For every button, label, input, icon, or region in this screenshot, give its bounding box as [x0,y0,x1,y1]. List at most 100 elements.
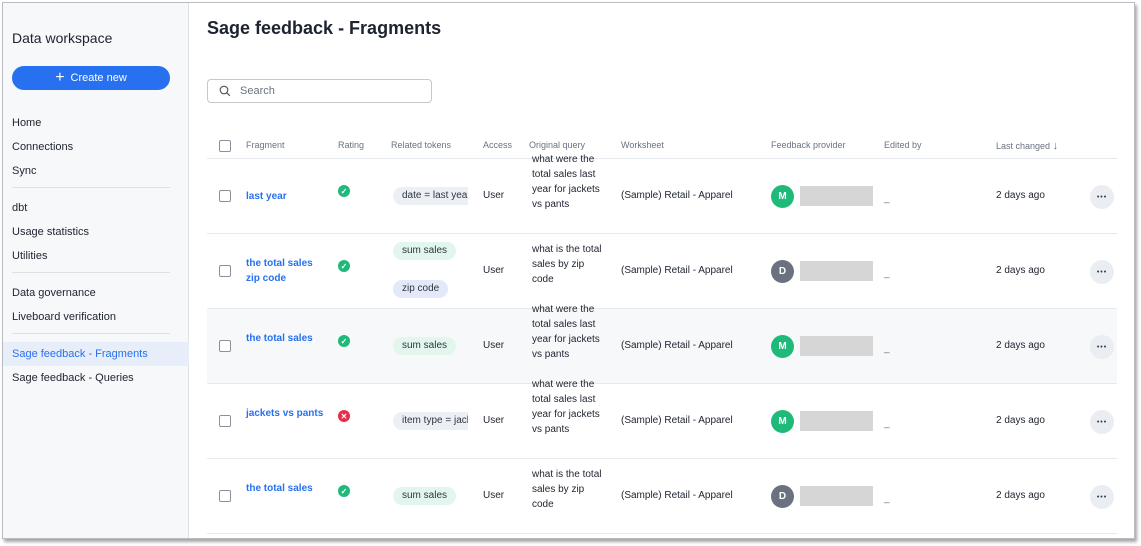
table-row[interactable]: last year ✓ date = last year User what were … [207,154,1117,234]
edited-by-value: _ [884,193,890,204]
provider-avatar: M [771,410,794,433]
edited-by-value: _ [884,493,890,504]
search-icon [219,85,231,97]
worksheet-name: (Sample) Retail - Apparel [621,415,733,426]
fragments-table: Fragment Rating Related tokens Access Or… [207,132,1117,534]
page-title: Sage feedback - Fragments [207,18,442,38]
sidebar-item-sage-feedback-queries[interactable]: Sage feedback - Queries [3,366,189,390]
provider-name-redacted [800,261,873,281]
token-chip: item type = jackets [393,412,468,430]
edited-by-value: _ [884,343,890,354]
worksheet-name: (Sample) Retail - Apparel [621,265,733,276]
last-changed-value: 2 days ago [996,265,1045,276]
create-new-button[interactable]: + Create new [12,66,170,90]
provider-name-redacted [800,186,873,206]
provider-avatar: D [771,485,794,508]
row-checkbox[interactable] [219,340,231,352]
worksheet-name: (Sample) Retail - Apparel [621,490,733,501]
provider-name-redacted [800,486,873,506]
access-value: User [483,265,505,276]
fragment-link[interactable]: the total sales zip code [246,256,328,286]
last-changed-label: Last changed [996,141,1051,151]
last-changed-value: 2 days ago [996,490,1045,501]
row-checkbox[interactable] [219,490,231,502]
original-query: what is the total sales by zip code [532,469,602,510]
more-icon: ••• [1096,193,1108,201]
select-all-checkbox[interactable] [219,140,231,152]
sidebar-item-connections[interactable]: Connections [3,135,189,159]
row-checkbox[interactable] [219,190,231,202]
fragment-link[interactable]: the total sales [246,331,328,346]
original-query: what is the total sales by zip code [532,244,602,285]
more-options-button[interactable]: ••• [1090,335,1114,359]
access-value: User [483,340,505,351]
more-icon: ••• [1096,343,1108,351]
original-query: what were the total sales last year for … [532,379,600,435]
token-chip: zip code [393,280,449,298]
search-box[interactable] [207,79,432,103]
column-header-access[interactable]: Access [483,140,512,150]
more-icon: ••• [1096,493,1108,501]
fragment-link[interactable]: the total sales [246,481,328,496]
more-options-button[interactable]: ••• [1090,485,1114,509]
sidebar-divider [12,187,170,188]
more-icon: ••• [1096,418,1108,426]
original-query: what were the total sales last year for … [532,154,600,210]
last-changed-value: 2 days ago [996,190,1045,201]
sidebar-item-utilities[interactable]: Utilities [3,244,189,268]
column-header-feedback-provider[interactable]: Feedback provider [771,140,846,150]
table-row[interactable]: the total sales ✓ sum sales User what were t… [207,304,1117,384]
column-header-fragment[interactable]: Fragment [246,140,285,150]
sidebar-item-sync[interactable]: Sync [3,159,189,183]
edited-by-value: _ [884,418,890,429]
sort-descending-icon: ↓ [1052,140,1059,152]
sidebar-item-liveboard-verification[interactable]: Liveboard verification [3,305,189,329]
more-options-button[interactable]: ••• [1090,260,1114,284]
sidebar-divider [12,333,170,334]
sidebar-item-home[interactable]: Home [3,111,189,135]
column-header-rating[interactable]: Rating [338,140,364,150]
row-checkbox[interactable] [219,415,231,427]
table-row[interactable]: jackets vs pants ✕ item type = jackets User… [207,379,1117,459]
column-header-original-query[interactable]: Original query [529,140,585,150]
table-row[interactable]: the total sales ✓ sum sales User what is the… [207,459,1117,534]
worksheet-name: (Sample) Retail - Apparel [621,340,733,351]
table-body: last year ✓ date = last year User what were … [207,154,1117,534]
access-value: User [483,490,505,501]
more-icon: ••• [1096,268,1108,276]
rating-positive-icon: ✓ [338,185,350,197]
sidebar-divider [12,272,170,273]
original-query: what were the total sales last year for … [532,304,600,360]
more-options-button[interactable]: ••• [1090,410,1114,434]
edited-by-value: _ [884,268,890,279]
column-header-edited-by[interactable]: Edited by [884,140,922,150]
column-header-worksheet[interactable]: Worksheet [621,140,664,150]
provider-name-redacted [800,411,873,431]
search-input[interactable] [240,85,410,97]
sidebar-item-dbt[interactable]: dbt [3,196,189,220]
row-checkbox[interactable] [219,265,231,277]
rating-positive-icon: ✓ [338,260,350,272]
access-value: User [483,190,505,201]
access-value: User [483,415,505,426]
fragment-link[interactable]: last year [246,189,328,204]
table-row[interactable]: the total sales zip code ✓ sum sales zip co… [207,234,1117,309]
token-chip: sum sales [393,337,457,355]
provider-avatar: D [771,260,794,283]
sidebar: Data workspace + Create new Home Connecti… [3,3,189,538]
sidebar-item-usage-statistics[interactable]: Usage statistics [3,220,189,244]
more-options-button[interactable]: ••• [1090,185,1114,209]
provider-avatar: M [771,335,794,358]
table-header: Fragment Rating Related tokens Access Or… [207,132,1117,159]
rating-positive-icon: ✓ [338,485,350,497]
rating-negative-icon: ✕ [338,410,350,422]
rating-positive-icon: ✓ [338,335,350,347]
column-header-related-tokens[interactable]: Related tokens [391,140,451,150]
plus-icon: + [55,69,65,86]
provider-avatar: M [771,185,794,208]
sidebar-item-data-governance[interactable]: Data governance [3,281,189,305]
last-changed-value: 2 days ago [996,415,1045,426]
column-header-last-changed[interactable]: Last changed ↓ [996,140,1058,152]
sidebar-item-sage-feedback-fragments[interactable]: Sage feedback - Fragments [3,342,189,366]
fragment-link[interactable]: jackets vs pants [246,406,328,421]
